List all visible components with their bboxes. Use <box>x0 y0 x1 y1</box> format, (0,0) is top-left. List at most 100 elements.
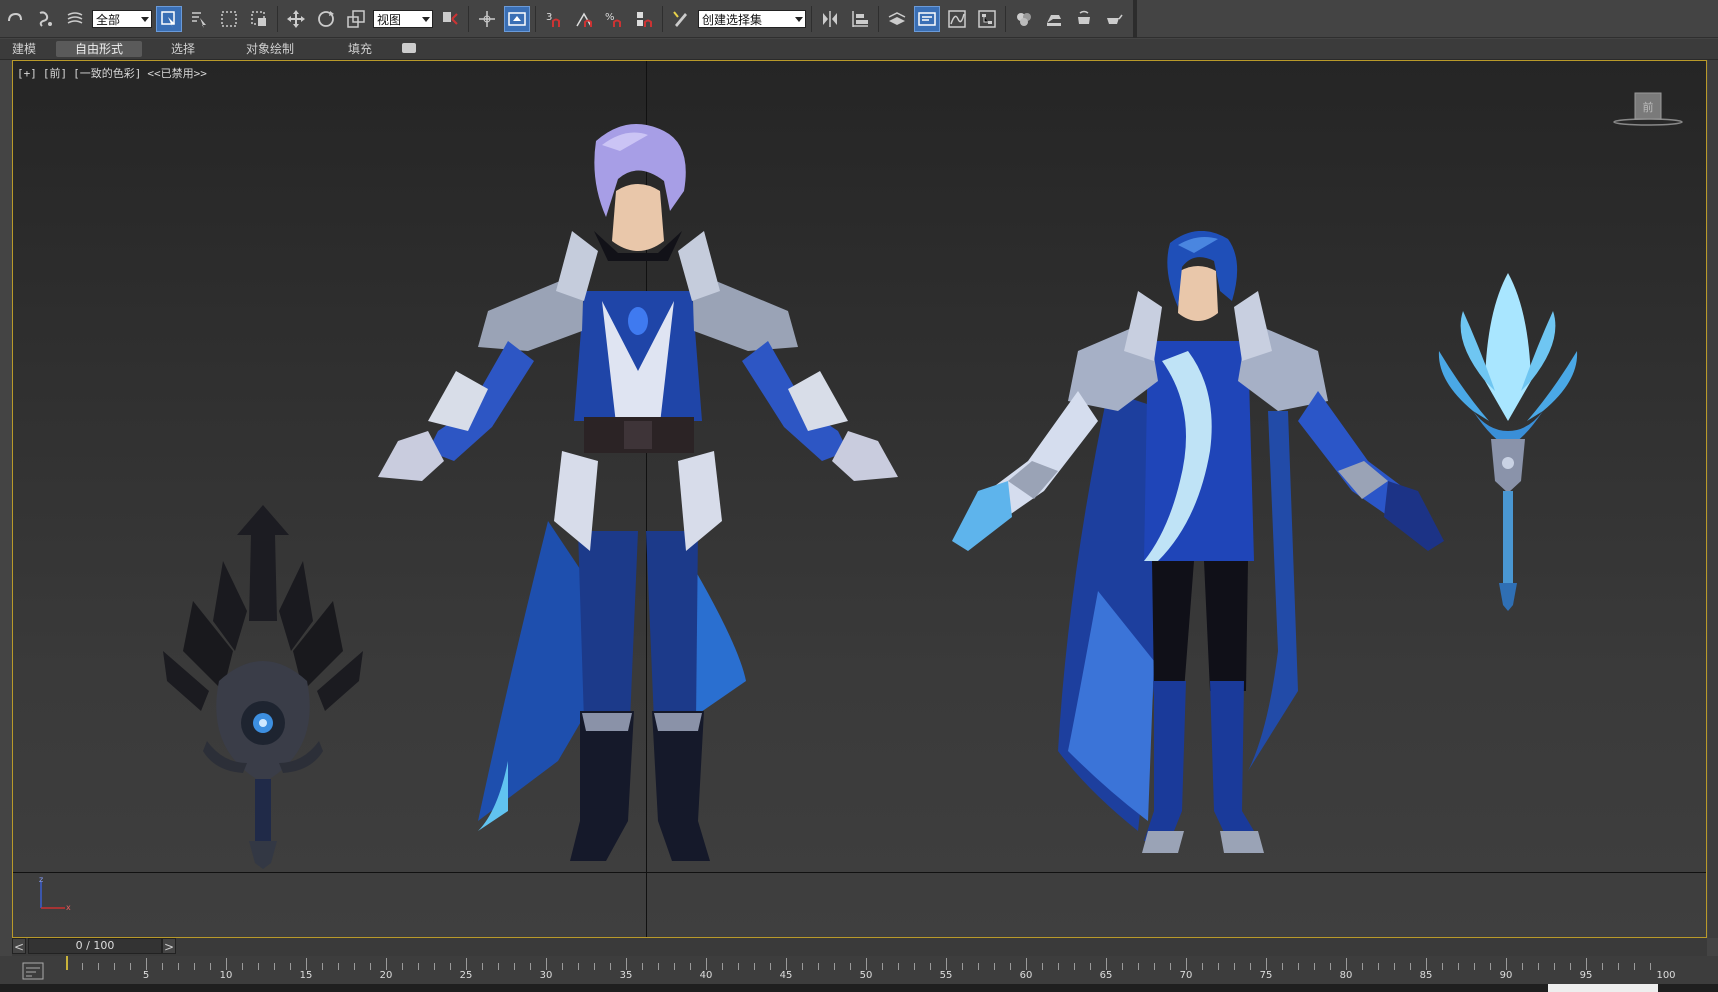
status-field <box>1548 984 1658 992</box>
toolbar-separator <box>277 5 278 32</box>
selection-filter-value: 全部 <box>96 12 121 27</box>
named-selection-value: 创建选择集 <box>702 12 763 27</box>
ruler-tick-label: 60 <box>1019 970 1033 981</box>
named-selection-dropdown[interactable]: 创建选择集 <box>698 9 806 28</box>
ruler-tick-label: 70 <box>1179 970 1193 981</box>
ruler-tick-label: 85 <box>1419 970 1433 981</box>
rectangular-region-icon[interactable] <box>216 6 242 32</box>
time-slider-prev-button[interactable]: < <box>12 938 26 954</box>
time-slider-thumb[interactable]: 0 / 100 <box>28 938 162 954</box>
angle-snap-icon[interactable] <box>571 6 597 32</box>
select-and-link-icon[interactable] <box>32 6 58 32</box>
align-icon[interactable] <box>847 6 873 32</box>
move-icon[interactable] <box>283 6 309 32</box>
rotate-icon[interactable] <box>313 6 339 32</box>
reference-coord-value: 视图 <box>377 12 402 27</box>
scene-explorer-icon[interactable] <box>914 5 940 32</box>
ruler-tick-label: 35 <box>619 970 633 981</box>
character-male-lavender-hair[interactable] <box>358 121 958 881</box>
unlink-icon[interactable] <box>62 6 88 32</box>
layer-explorer-icon[interactable] <box>884 6 910 32</box>
render-frame-window-icon[interactable] <box>1071 6 1097 32</box>
scale-icon[interactable] <box>343 6 369 32</box>
command-panel-edge <box>1708 60 1718 938</box>
toolbar-separator <box>878 5 879 32</box>
material-editor-icon[interactable] <box>1011 6 1037 32</box>
track-bar-ruler[interactable]: 5 10 15 20 25 30 35 40 45 50 55 60 65 70 75 80 85 90 95 100 <box>66 956 1676 984</box>
ribbon-tabs: 建模 自由形式 选择 对象绘制 填充 <box>0 39 1718 60</box>
weapon-ice-crystal-fan[interactable] <box>1433 271 1583 621</box>
character-male-blue-hair[interactable] <box>948 231 1468 881</box>
toolbar-separator <box>811 5 812 32</box>
ruler-tick-label: 25 <box>459 970 473 981</box>
curve-editor-mini-icon[interactable] <box>22 962 44 980</box>
time-slider-next-button[interactable]: > <box>162 938 176 954</box>
current-frame-marker[interactable] <box>66 956 68 970</box>
ruler-ticks <box>66 956 1651 970</box>
front-viewport[interactable]: [+] [前] [一致的色彩] <<已禁用>> 前 z x <box>12 60 1707 938</box>
select-manipulate-icon[interactable] <box>474 6 500 32</box>
frame-counter: 0 / 100 <box>75 939 115 952</box>
app-window: 全部 视图 3 % 创建选择集 建模 自由形式 选择 对象绘制 填充 [+] [… <box>0 0 1718 992</box>
mirror-icon[interactable] <box>817 6 843 32</box>
ruler-tick-label: 65 <box>1099 970 1113 981</box>
toolbar-separator <box>468 5 469 32</box>
ribbon-options-icon[interactable] <box>402 43 416 53</box>
viewport-shading-label[interactable]: [一致的色彩] <box>73 67 141 80</box>
tab-selection[interactable]: 选择 <box>165 41 201 57</box>
render-setup-icon[interactable] <box>1041 6 1067 32</box>
ruler-tick-label: 100 <box>1656 970 1676 981</box>
main-toolbar: 全部 视图 3 % 创建选择集 <box>0 0 1718 38</box>
weapon-dark-scepter[interactable] <box>153 501 373 871</box>
schematic-view-icon[interactable] <box>974 6 1000 32</box>
ruler-tick-label: 45 <box>779 970 793 981</box>
ruler-tick-label: 10 <box>219 970 233 981</box>
status-bar-edge <box>0 984 1718 992</box>
axis-tripod: z x <box>39 876 71 912</box>
toolbar-separator <box>535 5 536 32</box>
reference-coord-dropdown[interactable]: 视图 <box>373 9 433 28</box>
time-slider[interactable]: < 0 / 100 > <box>12 938 1707 956</box>
tab-object-paint[interactable]: 对象绘制 <box>240 41 300 57</box>
ruler-tick-label: 90 <box>1499 970 1513 981</box>
ruler-tick-label: 5 <box>142 970 150 981</box>
ruler-tick-label: 30 <box>539 970 553 981</box>
percent-label: % <box>605 12 615 23</box>
snap-3d-icon[interactable]: 3 <box>541 6 567 32</box>
render-production-icon[interactable] <box>1101 6 1127 32</box>
select-by-name-icon[interactable] <box>186 6 212 32</box>
viewport-menu-plus[interactable]: [+] <box>17 67 37 80</box>
pivot-center-icon[interactable] <box>437 6 463 32</box>
keyboard-shortcut-icon[interactable] <box>504 5 530 32</box>
chevron-down-icon <box>422 16 430 22</box>
select-object-icon[interactable] <box>156 5 182 32</box>
chevron-down-icon <box>141 16 149 22</box>
spinner-snap-icon[interactable] <box>631 6 657 32</box>
axis-z-label: z <box>39 876 43 884</box>
axis-x-label: x <box>66 903 71 912</box>
viewport-pov-label[interactable]: [前] <box>43 67 67 80</box>
toolbar-separator <box>662 5 663 32</box>
tab-populate[interactable]: 填充 <box>342 41 378 57</box>
ruler-tick-label: 20 <box>379 970 393 981</box>
viewport-disabled-label[interactable]: <<已禁用>> <box>147 67 207 80</box>
viewcube[interactable]: 前 <box>1608 91 1688 131</box>
toolbar-separator <box>1005 5 1006 32</box>
snap-3-label: 3 <box>546 12 552 23</box>
ruler-tick-label: 80 <box>1339 970 1353 981</box>
chevron-down-icon <box>795 16 803 22</box>
percent-snap-icon[interactable]: % <box>601 6 627 32</box>
undo-icon[interactable] <box>2 6 28 32</box>
ruler-tick-label: 40 <box>699 970 713 981</box>
ruler-tick-label: 95 <box>1579 970 1593 981</box>
tab-modeling[interactable]: 建模 <box>8 41 40 57</box>
ruler-tick-label: 75 <box>1259 970 1273 981</box>
tab-freeform[interactable]: 自由形式 <box>56 41 142 57</box>
curve-editor-icon[interactable] <box>944 6 970 32</box>
window-crossing-icon[interactable] <box>246 6 272 32</box>
edit-named-selection-icon[interactable] <box>668 6 694 32</box>
ruler-tick-label: 15 <box>299 970 313 981</box>
selection-filter-dropdown[interactable]: 全部 <box>92 9 152 28</box>
viewcube-face-label: 前 <box>1643 100 1654 114</box>
viewport-label[interactable]: [+] [前] [一致的色彩] <<已禁用>> <box>17 65 213 81</box>
